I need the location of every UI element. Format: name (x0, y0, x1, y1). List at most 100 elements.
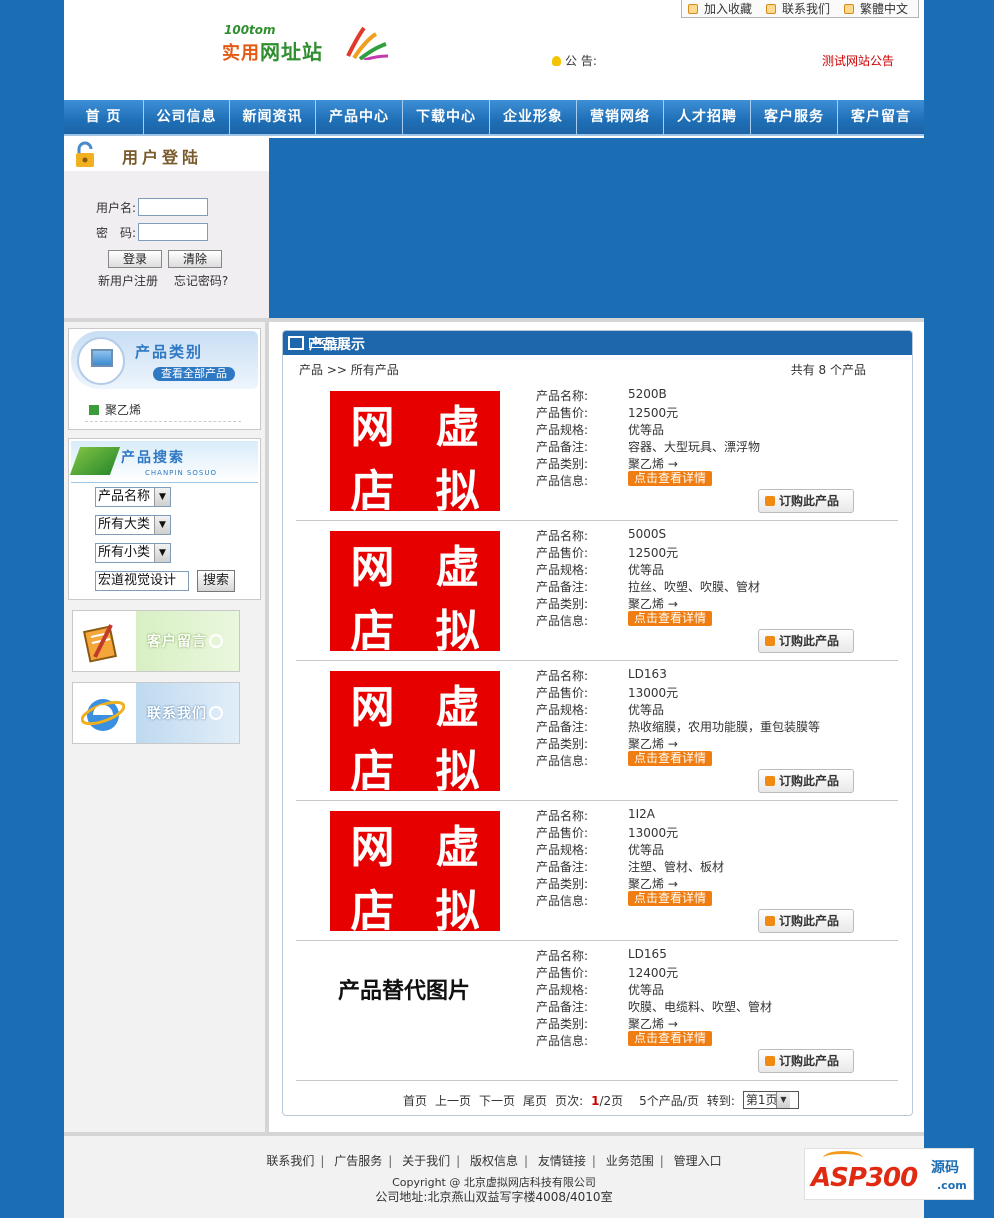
spec-label: 产品规格: (536, 983, 589, 997)
login-button[interactable]: 登录 (108, 250, 162, 268)
product-image[interactable]: 网虚店拟 (330, 391, 500, 517)
product-category-link[interactable]: 聚乙烯 → (628, 595, 678, 612)
big-class-select[interactable]: 所有大类 ▼ (95, 515, 171, 535)
view-details-button[interactable]: 点击查看详情 (628, 1031, 713, 1046)
footer-links: 联系我们 | 广告服务 | 关于我们 | 版权信息 | 友情链接 | 业务范围 | 管理入口 (266, 1154, 722, 1168)
bullet-icon (89, 404, 99, 415)
footer-link[interactable]: 联系我们 (266, 1154, 314, 1168)
nav-item-company[interactable]: 公司信息 (144, 100, 230, 134)
info-label: 产品信息: (536, 754, 589, 768)
product-image-placeholder[interactable]: 产品替代图片 (330, 951, 500, 1071)
computer-icon (77, 337, 125, 385)
product-image[interactable]: 网虚店拟 (330, 531, 500, 657)
footer-link[interactable]: 关于我们 (402, 1154, 450, 1168)
search-field-select[interactable]: 产品名称 ▼ (95, 487, 171, 507)
product-price: 12500元 (628, 546, 679, 560)
category-header: 产品类别 查看全部产品 (71, 331, 258, 389)
product-category-link[interactable]: 聚乙烯 → (628, 875, 678, 892)
bulb-icon (552, 55, 561, 66)
contact-us-link[interactable]: 联系我们 (765, 0, 830, 17)
view-details-button[interactable]: 点击查看详情 (628, 751, 713, 766)
order-product-button[interactable]: 订购此产品 (758, 1049, 854, 1073)
small-class-select[interactable]: 所有小类 ▼ (95, 543, 171, 563)
nav-item-marketing[interactable]: 营销网络 (577, 100, 664, 134)
order-product-button[interactable]: 订购此产品 (758, 769, 854, 793)
footer-link[interactable]: 友情链接 (538, 1154, 586, 1168)
info-label: 产品信息: (536, 1034, 589, 1048)
last-page-link[interactable]: 尾页 (523, 1092, 547, 1109)
notice-text[interactable]: 测试网站公告 (822, 52, 894, 69)
search-title: 产品搜索 (121, 450, 185, 466)
notepad-pen-icon (82, 624, 118, 663)
site-logo[interactable]: 100tom 实用网址站 (222, 22, 392, 64)
login-title: 用户登陆 (122, 148, 203, 167)
clear-button[interactable]: 清除 (168, 250, 222, 268)
search-header: 产品搜索 CHANPIN SOSUO (69, 441, 258, 483)
footer-link[interactable]: 广告服务 (334, 1154, 382, 1168)
nav-item-downloads[interactable]: 下载中心 (403, 100, 490, 134)
footer-link[interactable]: 管理入口 (674, 1154, 722, 1168)
more-button[interactable]: MORE (309, 338, 343, 348)
view-all-products-link[interactable]: 查看全部产品 (153, 367, 235, 381)
password-label: 密 码: (96, 225, 137, 240)
view-details-button[interactable]: 点击查看详情 (628, 611, 713, 626)
product-category-link[interactable]: 聚乙烯 → (628, 455, 678, 472)
order-product-button[interactable]: 订购此产品 (758, 629, 854, 653)
password-input[interactable] (138, 223, 209, 241)
product-name: 5000S (628, 527, 667, 541)
spec-label: 产品规格: (536, 423, 589, 437)
product-price: 13000元 (628, 826, 679, 840)
next-page-link[interactable]: 下一页 (479, 1092, 515, 1109)
product-spec: 优等品 (628, 563, 665, 577)
view-details-button[interactable]: 点击查看详情 (628, 471, 713, 486)
spec-label: 产品规格: (536, 703, 589, 717)
logo-swoosh-icon (346, 26, 389, 60)
nav-item-news[interactable]: 新闻资讯 (230, 100, 316, 134)
add-favorite-link[interactable]: 加入收藏 (687, 0, 752, 17)
contact-tile-label: 联系我们 (147, 703, 223, 723)
watermark-logo: ASP300 源码 .com (804, 1148, 974, 1200)
page-jump-select[interactable]: 第1页 ▼ (742, 1091, 799, 1109)
footer-link[interactable]: 业务范围 (606, 1154, 654, 1168)
nav-item-service[interactable]: 客户服务 (751, 100, 838, 134)
nav-item-guestbook[interactable]: 客户留言 (838, 100, 924, 134)
nav-item-jobs[interactable]: 人才招聘 (664, 100, 751, 134)
search-button[interactable]: 搜索 (197, 570, 235, 592)
order-product-button[interactable]: 订购此产品 (758, 909, 854, 933)
address-text: 公司地址:北京燕山双益写字楼4008/4010室 (375, 1190, 613, 1204)
note-label: 产品备注: (536, 1000, 589, 1014)
category-item[interactable]: 聚乙烯 (89, 401, 141, 418)
prev-page-link[interactable]: 上一页 (435, 1092, 471, 1109)
category-label: 产品类别: (536, 737, 589, 751)
logo-main-text: 实用网址站 (222, 36, 323, 65)
note-label: 产品备注: (536, 720, 589, 734)
product-image[interactable]: 网虚店拟 (330, 811, 500, 937)
product-spec: 优等品 (628, 423, 665, 437)
nav-item-home[interactable]: 首 页 (64, 100, 144, 134)
view-details-button[interactable]: 点击查看详情 (628, 891, 713, 906)
forgot-password-link[interactable]: 忘记密码? (174, 274, 228, 288)
logo-part1: 实用 (222, 43, 260, 64)
order-product-button[interactable]: 订购此产品 (758, 489, 854, 513)
footer-link[interactable]: 版权信息 (470, 1154, 518, 1168)
product-spec: 优等品 (628, 983, 665, 997)
username-input[interactable] (138, 198, 209, 216)
traditional-chinese-link[interactable]: 繁體中文 (843, 0, 908, 17)
spec-label: 产品规格: (536, 843, 589, 857)
contact-tile[interactable]: 联系我们 (72, 682, 240, 744)
register-link[interactable]: 新用户注册 (98, 274, 158, 288)
price-label: 产品售价: (536, 966, 589, 980)
search-keyword-input[interactable]: 宏道视觉设计 (95, 571, 189, 591)
nav-item-products[interactable]: 产品中心 (316, 100, 403, 134)
product-note: 容器、大型玩具、漂浮物 (628, 440, 761, 454)
category-label: 产品类别: (536, 877, 589, 891)
nav-item-image[interactable]: 企业形象 (490, 100, 577, 134)
footer: 联系我们 | 广告服务 | 关于我们 | 版权信息 | 友情链接 | 业务范围 | 管理入口… (64, 1132, 924, 1218)
product-category-link[interactable]: 聚乙烯 → (628, 735, 678, 752)
cart-icon (765, 636, 775, 646)
first-page-link[interactable]: 首页 (403, 1092, 427, 1109)
pagination: 首页 上一页 下一页 尾页 页次: 1/2页 5个产品/页 转到: 第1页 ▼ (403, 1091, 807, 1109)
guestbook-tile[interactable]: 客户留言 (72, 610, 240, 672)
product-category-link[interactable]: 聚乙烯 → (628, 1015, 678, 1032)
product-image[interactable]: 网虚店拟 (330, 671, 500, 797)
